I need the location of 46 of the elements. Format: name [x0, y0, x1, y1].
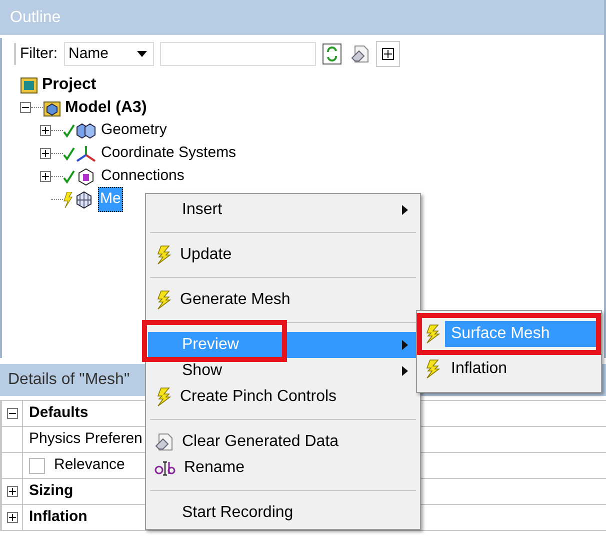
collapse-toggle[interactable] [20, 102, 31, 113]
dropdown-arrow-icon [136, 51, 146, 57]
filter-dropdown[interactable]: Name [64, 42, 154, 66]
cubes-icon [75, 122, 97, 140]
cube-folder-icon [43, 98, 61, 116]
submenu-arrow-icon [402, 366, 408, 376]
rename-icon [154, 459, 176, 477]
expand-toggle[interactable] [6, 486, 18, 497]
check-icon [63, 146, 75, 160]
menu-item[interactable]: Update [148, 242, 418, 268]
expand-toggle[interactable] [6, 512, 18, 523]
expand-toggle[interactable] [40, 125, 51, 136]
eraser-icon [350, 44, 370, 64]
expand-toggle[interactable] [40, 148, 51, 159]
plus-icon [382, 48, 394, 60]
check-icon [63, 170, 75, 184]
menu-item[interactable]: Rename [148, 455, 418, 481]
property-label: Relevance [54, 455, 125, 476]
tree-item[interactable]: Project [41, 72, 98, 96]
group-heading: Defaults [29, 403, 88, 424]
refresh-icon[interactable] [322, 43, 342, 65]
check-icon [63, 124, 75, 138]
tree-item[interactable]: Connections [100, 165, 186, 188]
collapse-toggle[interactable] [6, 408, 18, 419]
search-field[interactable] [160, 42, 316, 66]
menu-item[interactable]: Clear Generated Data [148, 429, 418, 455]
checkbox[interactable] [29, 458, 45, 474]
folder-icon [20, 76, 38, 94]
submenu-arrow-icon [402, 340, 408, 350]
tree-item[interactable]: Geometry [100, 119, 168, 142]
submenu-arrow-icon [402, 205, 408, 215]
lightning-icon [63, 192, 73, 208]
axes-icon [75, 144, 97, 162]
menu-item[interactable]: Generate Mesh [148, 287, 418, 313]
group-heading: Inflation [29, 507, 88, 528]
menu-item[interactable]: Insert [148, 197, 418, 223]
filter-label: Filter: [14, 42, 58, 66]
group-heading: Sizing [29, 481, 74, 502]
tree-item[interactable]: Coordinate Systems [100, 142, 238, 165]
tree-item[interactable]: Model (A3) [64, 96, 148, 120]
menu-item[interactable]: Start Recording [148, 500, 418, 526]
property-label: Physics Preferen [29, 429, 142, 450]
eraser-icon [154, 432, 174, 452]
expand-toggle[interactable] [40, 171, 51, 182]
panel-title: Outline [0, 0, 604, 35]
expand-all-button[interactable] [376, 41, 400, 67]
